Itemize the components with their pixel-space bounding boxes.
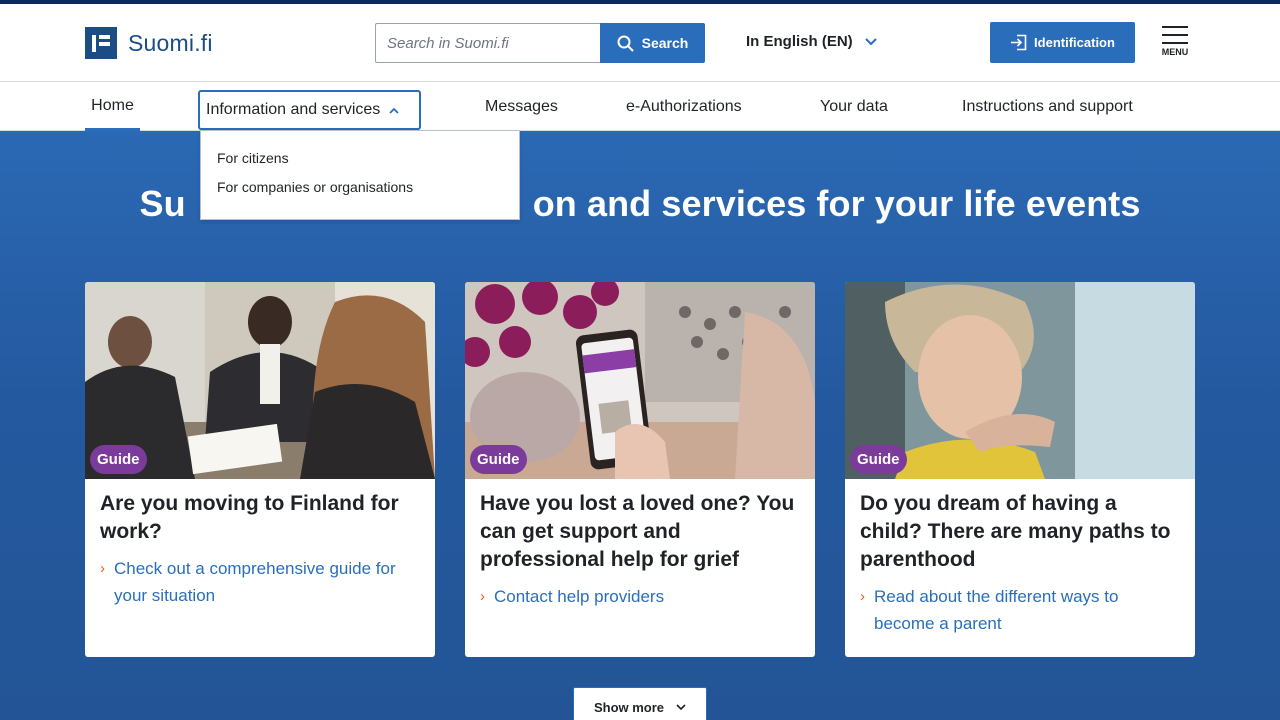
card-link-text: Check out a comprehensive guide for your… [114, 559, 396, 605]
language-label: In English (EN) [746, 33, 853, 50]
search-icon [617, 35, 634, 52]
nav-e-authorizations[interactable]: e-Authorizations [626, 82, 742, 131]
chevron-right-icon: › [100, 560, 105, 577]
guide-card[interactable]: Guide Are you moving to Finland for work… [85, 282, 435, 657]
show-more-label: Show more [593, 699, 665, 715]
dropdown-item-for-companies[interactable]: For companies or organisations [201, 179, 519, 208]
nav-instructions-and-support[interactable]: Instructions and support [962, 82, 1133, 131]
card-title: Do you dream of having a child? There ar… [860, 492, 1171, 571]
hamburger-icon [1162, 26, 1188, 28]
information-services-dropdown: For citizens For companies or organisati… [200, 130, 520, 220]
identification-button[interactable]: Identification [990, 22, 1135, 63]
hero-title-left: Su [139, 183, 186, 224]
menu-button[interactable]: MENU [1160, 26, 1190, 64]
menu-label: MENU [1161, 47, 1189, 57]
chevron-down-icon [864, 37, 877, 45]
nav-your-data[interactable]: Your data [820, 82, 888, 131]
guide-badge: Guide [850, 445, 907, 474]
card-title: Have you lost a loved one? You can get s… [480, 492, 795, 571]
show-more-button[interactable]: Show more [573, 687, 707, 720]
dropdown-item-for-citizens[interactable]: For citizens [201, 150, 519, 179]
hero-title-right: on and services for your life events [532, 183, 1141, 224]
search-button-label: Search [641, 35, 689, 51]
nav-home[interactable]: Home [85, 82, 140, 131]
login-icon [1011, 34, 1027, 51]
guide-card[interactable]: Guide Do you dream of having a child? Th… [845, 282, 1195, 657]
suomi-fi-logo[interactable]: Suomi.fi [85, 27, 213, 59]
chevron-up-icon [389, 107, 399, 114]
card-link[interactable]: › Check out a comprehensive guide for yo… [100, 555, 420, 609]
identification-label: Identification [1034, 35, 1115, 50]
language-selector[interactable]: In English (EN) [746, 33, 877, 50]
nav-information-and-services-label: Information and services [206, 101, 381, 118]
guide-badge: Guide [470, 445, 527, 474]
guide-card[interactable]: Guide Have you lost a loved one? You can… [465, 282, 815, 657]
suomi-fi-logo-icon [85, 27, 117, 59]
hero-title: Su on and services for your life events [0, 183, 1280, 225]
card-link[interactable]: › Contact help providers [480, 583, 800, 610]
logo-text: Suomi.fi [128, 29, 213, 56]
chevron-down-icon [676, 703, 686, 710]
card-link[interactable]: › Read about the different ways to becom… [860, 583, 1180, 637]
chevron-right-icon: › [860, 588, 865, 605]
card-link-text: Read about the different ways to become … [874, 587, 1119, 633]
search-input[interactable] [375, 23, 601, 63]
chevron-right-icon: › [480, 588, 485, 605]
search-button[interactable]: Search [600, 23, 705, 63]
guide-badge: Guide [90, 445, 147, 474]
site-header: Suomi.fi Search In English (EN) Identifi… [0, 4, 1280, 82]
nav-messages[interactable]: Messages [485, 82, 558, 131]
card-title: Are you moving to Finland for work? [100, 492, 399, 543]
main-navigation: Home Information and services Messages e… [0, 82, 1280, 131]
card-link-text: Contact help providers [494, 587, 665, 606]
nav-information-and-services[interactable]: Information and services [198, 90, 421, 130]
